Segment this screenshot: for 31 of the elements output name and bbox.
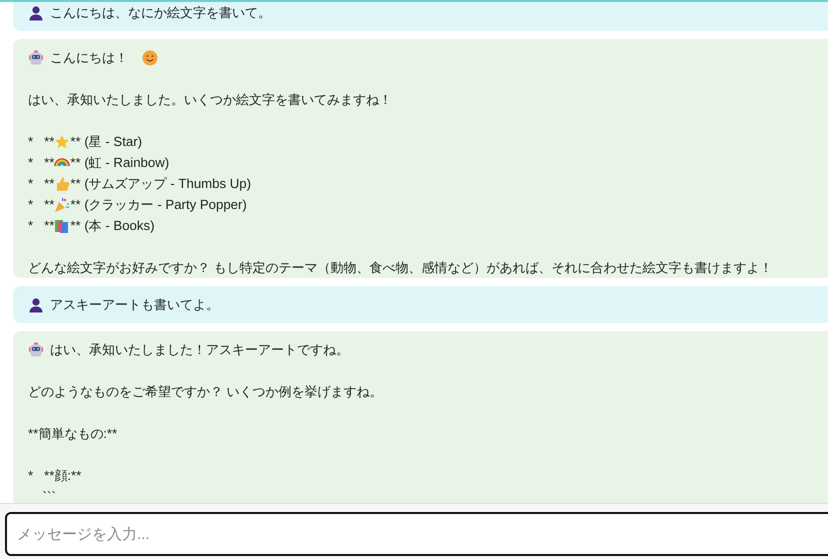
message-text: **簡単なもの:** (28, 426, 118, 441)
list-bullet: * ** (28, 133, 54, 151)
list-item-text: ** (クラッカー - Party Popper) (70, 196, 247, 214)
message-text: * **顔:** (28, 468, 82, 483)
user-icon (28, 296, 44, 312)
user-icon (28, 4, 44, 20)
message-text: こんにちは！ (50, 49, 128, 67)
message-text: どのようなものをご希望ですか？ いくつか例を挙げますね。 (28, 384, 383, 399)
message-text: ``` (42, 489, 56, 503)
list-bullet: * ** (28, 175, 54, 193)
list-item-text: ** (サムズアップ - Thumbs Up) (70, 175, 251, 193)
message-text: どんな絵文字がお好みですか？ もし特定のテーマ（動物、食べ物、感情など）があれば、それに合わせた絵文字も書けますよ！ (28, 260, 773, 275)
robot-icon (28, 50, 44, 66)
rainbow-icon (54, 158, 70, 167)
robot-icon (28, 342, 44, 358)
list-item-text: ** (本 - Books) (70, 217, 154, 235)
list-bullet: * ** (28, 217, 54, 235)
message-text: はい、承知いたしました！アスキーアートですね。 (50, 341, 349, 359)
smiley-icon (142, 50, 158, 66)
list-item-text: ** (虹 - Rainbow) (70, 154, 170, 172)
message-text: はい、承知いたしました。いくつか絵文字を書いてみますね！ (28, 92, 392, 107)
list-item-text: ** (星 - Star) (70, 133, 142, 151)
list-bullet: * ** (28, 154, 54, 172)
message-text: こんにちは、なにか絵文字を書いて。 (50, 4, 271, 22)
message-input[interactable]: メッセージを入力... (5, 512, 828, 556)
thumbs-up-icon (54, 176, 70, 192)
books-icon (54, 218, 70, 234)
message-text: アスキーアートも書いてよ。 (50, 296, 219, 314)
star-icon (54, 134, 70, 150)
list-bullet: * ** (28, 196, 54, 214)
party-popper-icon (54, 196, 70, 212)
